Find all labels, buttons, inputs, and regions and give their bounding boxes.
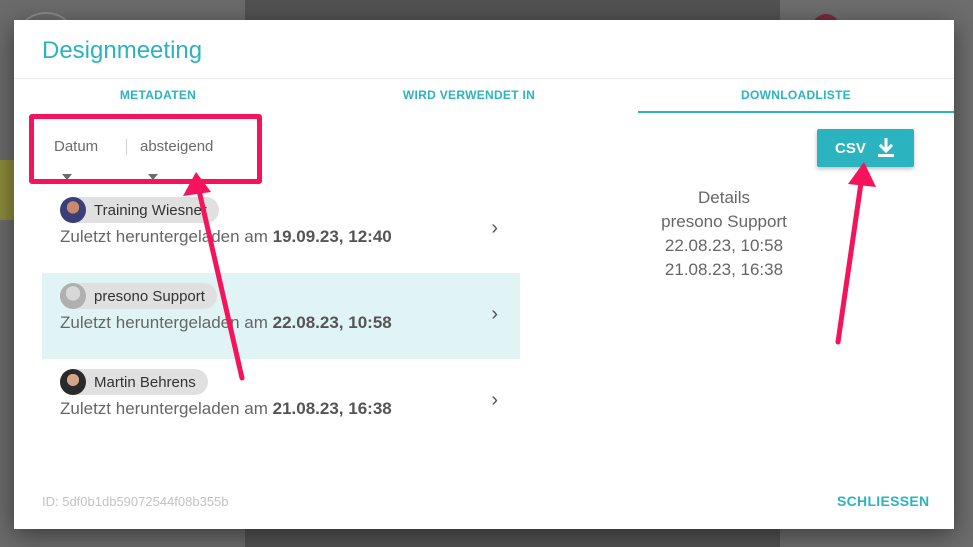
details-heading: Details xyxy=(698,188,750,207)
chevron-right-icon: › xyxy=(491,389,498,411)
download-date: 21.08.23, 16:38 xyxy=(272,399,392,418)
user-name: presono Support xyxy=(94,287,205,305)
user-chip: presono Support xyxy=(60,283,217,309)
user-name: Martin Behrens xyxy=(94,373,196,391)
tab-download-list[interactable]: DOWNLOADLISTE xyxy=(638,79,954,113)
avatar xyxy=(60,369,86,395)
user-chip: Martin Behrens xyxy=(60,369,208,395)
csv-export-button[interactable]: CSV xyxy=(817,129,914,167)
details-date: 22.08.23, 10:58 xyxy=(664,236,784,255)
download-icon xyxy=(878,138,894,157)
download-info: Zuletzt heruntergeladen am 19.09.23, 12:… xyxy=(60,227,392,247)
list-item[interactable]: Martin Behrens Zuletzt heruntergeladen a… xyxy=(42,359,520,445)
download-info: Zuletzt heruntergeladen am 22.08.23, 10:… xyxy=(60,313,392,333)
close-button[interactable]: SCHLIESSEN xyxy=(837,493,929,509)
chevron-right-icon: › xyxy=(491,217,498,239)
csv-label: CSV xyxy=(835,140,866,157)
download-list: Training Wiesner Zuletzt heruntergeladen… xyxy=(42,187,520,445)
avatar xyxy=(60,283,86,309)
list-item[interactable]: presono Support Zuletzt heruntergeladen … xyxy=(42,273,520,359)
details-name: presono Support xyxy=(661,212,787,231)
tab-bar: METADATEN WIRD VERWENDET IN DOWNLOADLIST… xyxy=(14,78,954,113)
list-item[interactable]: Training Wiesner Zuletzt heruntergeladen… xyxy=(42,187,520,273)
download-info: Zuletzt heruntergeladen am 21.08.23, 16:… xyxy=(60,399,392,419)
tab-metadata[interactable]: METADATEN xyxy=(14,79,302,111)
details-panel: Details presono Support 22.08.23, 10:58 … xyxy=(634,186,814,282)
annotation-highlight-box xyxy=(29,114,262,184)
downloads-dialog: Designmeeting METADATEN WIRD VERWENDET I… xyxy=(14,20,954,529)
download-prefix: Zuletzt heruntergeladen am xyxy=(60,227,273,246)
avatar xyxy=(60,197,86,223)
details-date: 21.08.23, 16:38 xyxy=(664,260,784,279)
download-prefix: Zuletzt heruntergeladen am xyxy=(60,399,273,418)
dialog-title: Designmeeting xyxy=(42,37,203,64)
user-chip: Training Wiesner xyxy=(60,197,219,223)
download-date: 19.09.23, 12:40 xyxy=(272,227,392,246)
document-id: ID: 5df0b1db59072544f08b355b xyxy=(42,494,229,509)
download-date: 22.08.23, 10:58 xyxy=(272,313,392,332)
tab-used-in[interactable]: WIRD VERWENDET IN xyxy=(326,79,612,111)
user-name: Training Wiesner xyxy=(94,201,207,219)
chevron-right-icon: › xyxy=(491,303,498,325)
download-prefix: Zuletzt heruntergeladen am xyxy=(60,313,273,332)
